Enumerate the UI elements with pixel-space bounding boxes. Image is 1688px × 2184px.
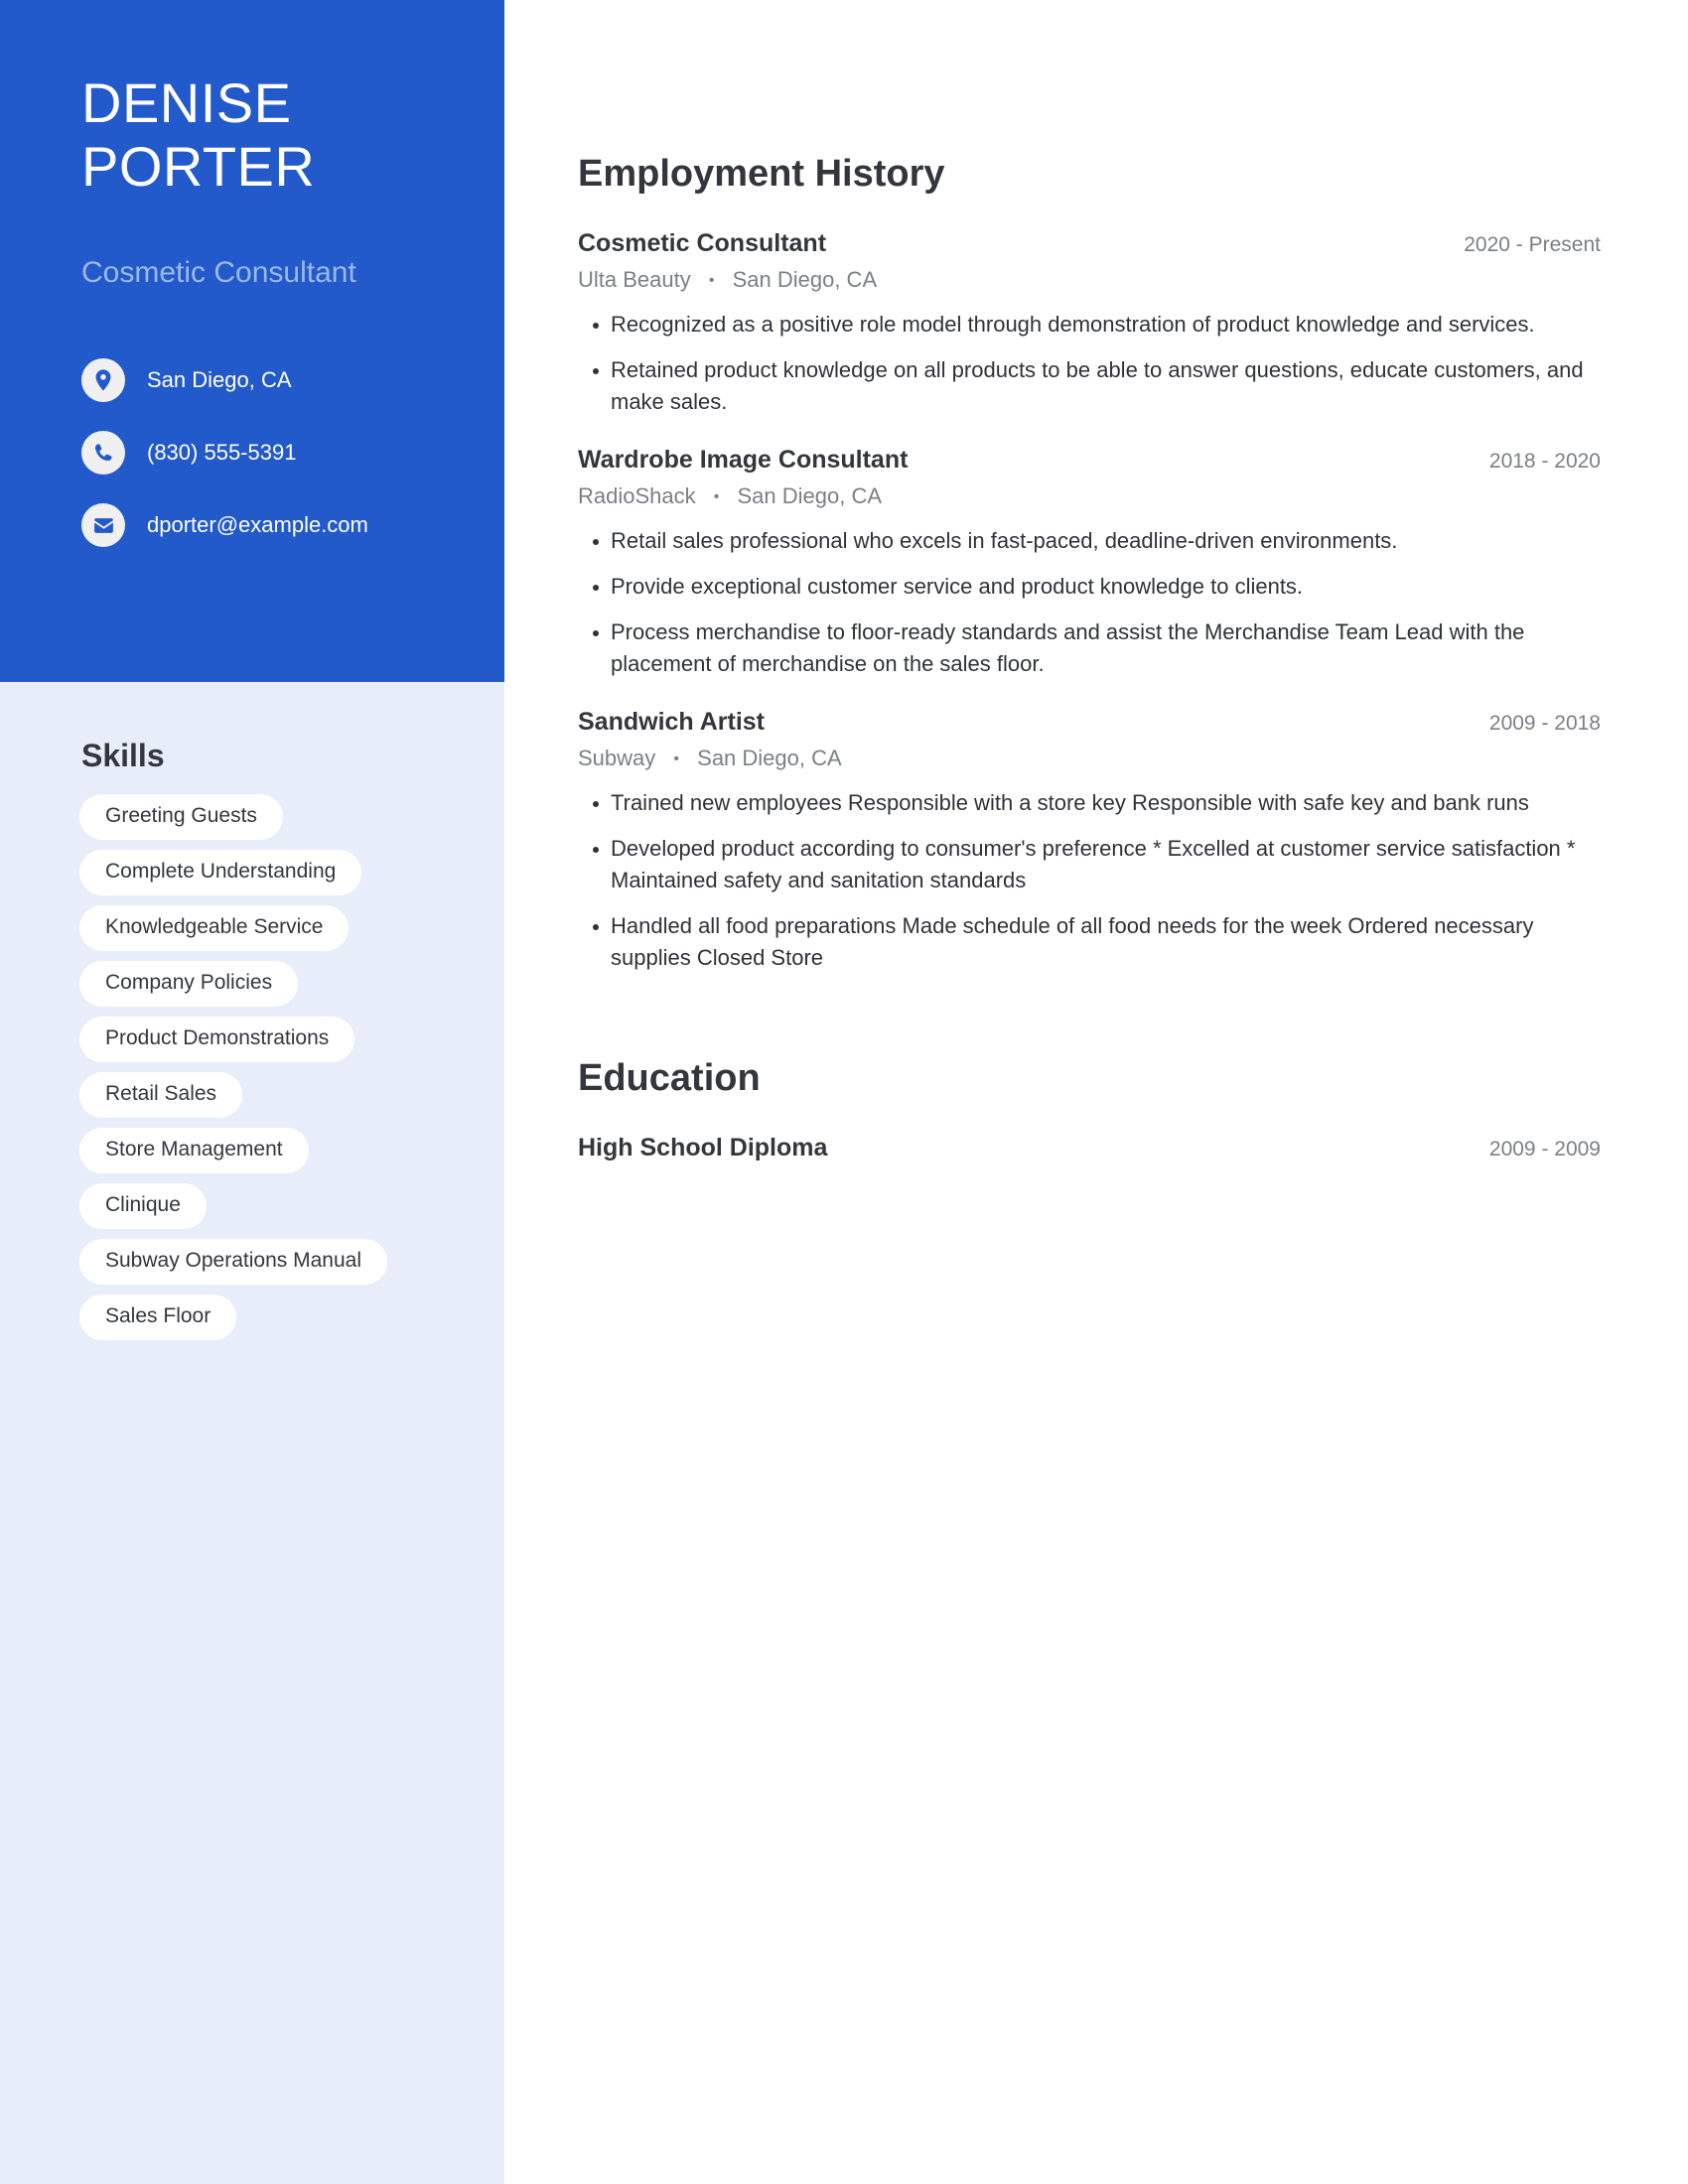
meta-separator-dot-icon: • [708, 271, 715, 289]
education-entry-header: High School Diploma 2009 - 2009 [578, 1133, 1601, 1162]
employment-company-location: RadioShack • San Diego, CA [578, 482, 1601, 511]
skill-pill: Store Management [79, 1128, 309, 1173]
employment-company-location: Subway • San Diego, CA [578, 745, 1601, 773]
phone-icon [81, 431, 125, 475]
main-content: Employment History Cosmetic Consultant 2… [578, 0, 1601, 1162]
contact-list: San Diego, CA (830) 555-5391 dporter@exa… [81, 358, 498, 576]
resume-page: DENISE PORTER Cosmetic Consultant San Di… [0, 0, 1688, 2184]
employment-bullet-list: Retail sales professional who excels in … [578, 525, 1601, 680]
employment-date-range: 2009 - 2018 [1488, 711, 1601, 735]
employment-location: San Diego, CA [732, 266, 878, 292]
contact-item-email: dporter@example.com [81, 503, 498, 547]
contact-phone-text: (830) 555-5391 [147, 440, 297, 465]
education-section-title: Education [578, 1057, 761, 1100]
employment-entry: Wardrobe Image Consultant 2018 - 2020 Ra… [578, 445, 1601, 680]
employment-entry-header: Sandwich Artist 2009 - 2018 [578, 707, 1601, 737]
employment-location: San Diego, CA [697, 745, 842, 770]
candidate-headline: Cosmetic Consultant [81, 256, 356, 289]
employment-company: RadioShack [578, 482, 696, 508]
employment-company: Ulta Beauty [578, 266, 691, 292]
employment-bullet: Retained product knowledge on all produc… [578, 354, 1601, 418]
employment-entry-header: Cosmetic Consultant 2020 - Present [578, 228, 1601, 258]
employment-bullet: Developed product according to consumer'… [578, 833, 1601, 896]
employment-bullet: Retail sales professional who excels in … [578, 525, 1601, 557]
employment-bullet: Recognized as a positive role model thro… [578, 309, 1601, 341]
employment-entry: Sandwich Artist 2009 - 2018 Subway • San… [578, 707, 1601, 974]
skill-pill: Sales Floor [79, 1295, 237, 1340]
skills-section-title: Skills [81, 738, 165, 773]
skills-list: Greeting Guests Complete Understanding K… [79, 794, 504, 1350]
education-degree: High School Diploma [578, 1133, 828, 1161]
employment-bullet: Process merchandise to floor-ready stand… [578, 616, 1601, 680]
employment-history-section: Employment History Cosmetic Consultant 2… [578, 151, 1601, 974]
employment-date-range: 2020 - Present [1464, 232, 1601, 256]
skill-pill: Complete Understanding [79, 850, 362, 895]
contact-item-location: San Diego, CA [81, 358, 498, 402]
employment-bullet: Trained new employees Responsible with a… [578, 787, 1601, 819]
location-pin-icon [81, 358, 125, 402]
skill-pill: Company Policies [79, 961, 299, 1007]
employment-bullet-list: Trained new employees Responsible with a… [578, 787, 1601, 974]
employment-company-location: Ulta Beauty • San Diego, CA [578, 266, 1601, 295]
employment-bullet: Provide exceptional customer service and… [578, 571, 1601, 603]
sidebar-header-banner: DENISE PORTER Cosmetic Consultant San Di… [0, 0, 504, 682]
skill-pill: Retail Sales [79, 1072, 243, 1118]
candidate-name: DENISE PORTER [81, 71, 479, 199]
employment-section-title: Employment History [578, 153, 945, 195]
skill-pill: Clinique [79, 1183, 207, 1229]
meta-separator-dot-icon: • [713, 487, 720, 505]
candidate-first-name: DENISE [81, 71, 292, 134]
education-entry: High School Diploma 2009 - 2009 [578, 1133, 1601, 1162]
meta-separator-dot-icon: • [673, 751, 680, 768]
skill-pill: Subway Operations Manual [79, 1239, 387, 1285]
employment-role: Sandwich Artist [578, 707, 765, 736]
employment-role: Wardrobe Image Consultant [578, 445, 909, 474]
employment-role: Cosmetic Consultant [578, 228, 827, 257]
employment-location: San Diego, CA [737, 482, 883, 508]
employment-date-range: 2018 - 2020 [1488, 449, 1601, 473]
skills-section: Skills Greeting Guests Complete Understa… [0, 682, 504, 1350]
skill-pill: Product Demonstrations [79, 1017, 355, 1062]
candidate-last-name: PORTER [81, 135, 316, 198]
education-date-range: 2009 - 2009 [1488, 1137, 1601, 1160]
sidebar: DENISE PORTER Cosmetic Consultant San Di… [0, 0, 504, 2184]
contact-location-text: San Diego, CA [147, 367, 292, 392]
employment-company: Subway [578, 745, 656, 770]
employment-entry: Cosmetic Consultant 2020 - Present Ulta … [578, 228, 1601, 418]
employment-bullet-list: Recognized as a positive role model thro… [578, 309, 1601, 418]
email-icon [81, 503, 125, 547]
skill-pill: Greeting Guests [79, 794, 283, 840]
education-section: Education High School Diploma 2009 - 200… [578, 1055, 1601, 1162]
employment-entry-header: Wardrobe Image Consultant 2018 - 2020 [578, 445, 1601, 475]
skill-pill: Knowledgeable Service [79, 905, 350, 951]
contact-email-text: dporter@example.com [147, 512, 368, 537]
employment-bullet: Handled all food preparations Made sched… [578, 910, 1601, 974]
contact-item-phone: (830) 555-5391 [81, 431, 498, 475]
